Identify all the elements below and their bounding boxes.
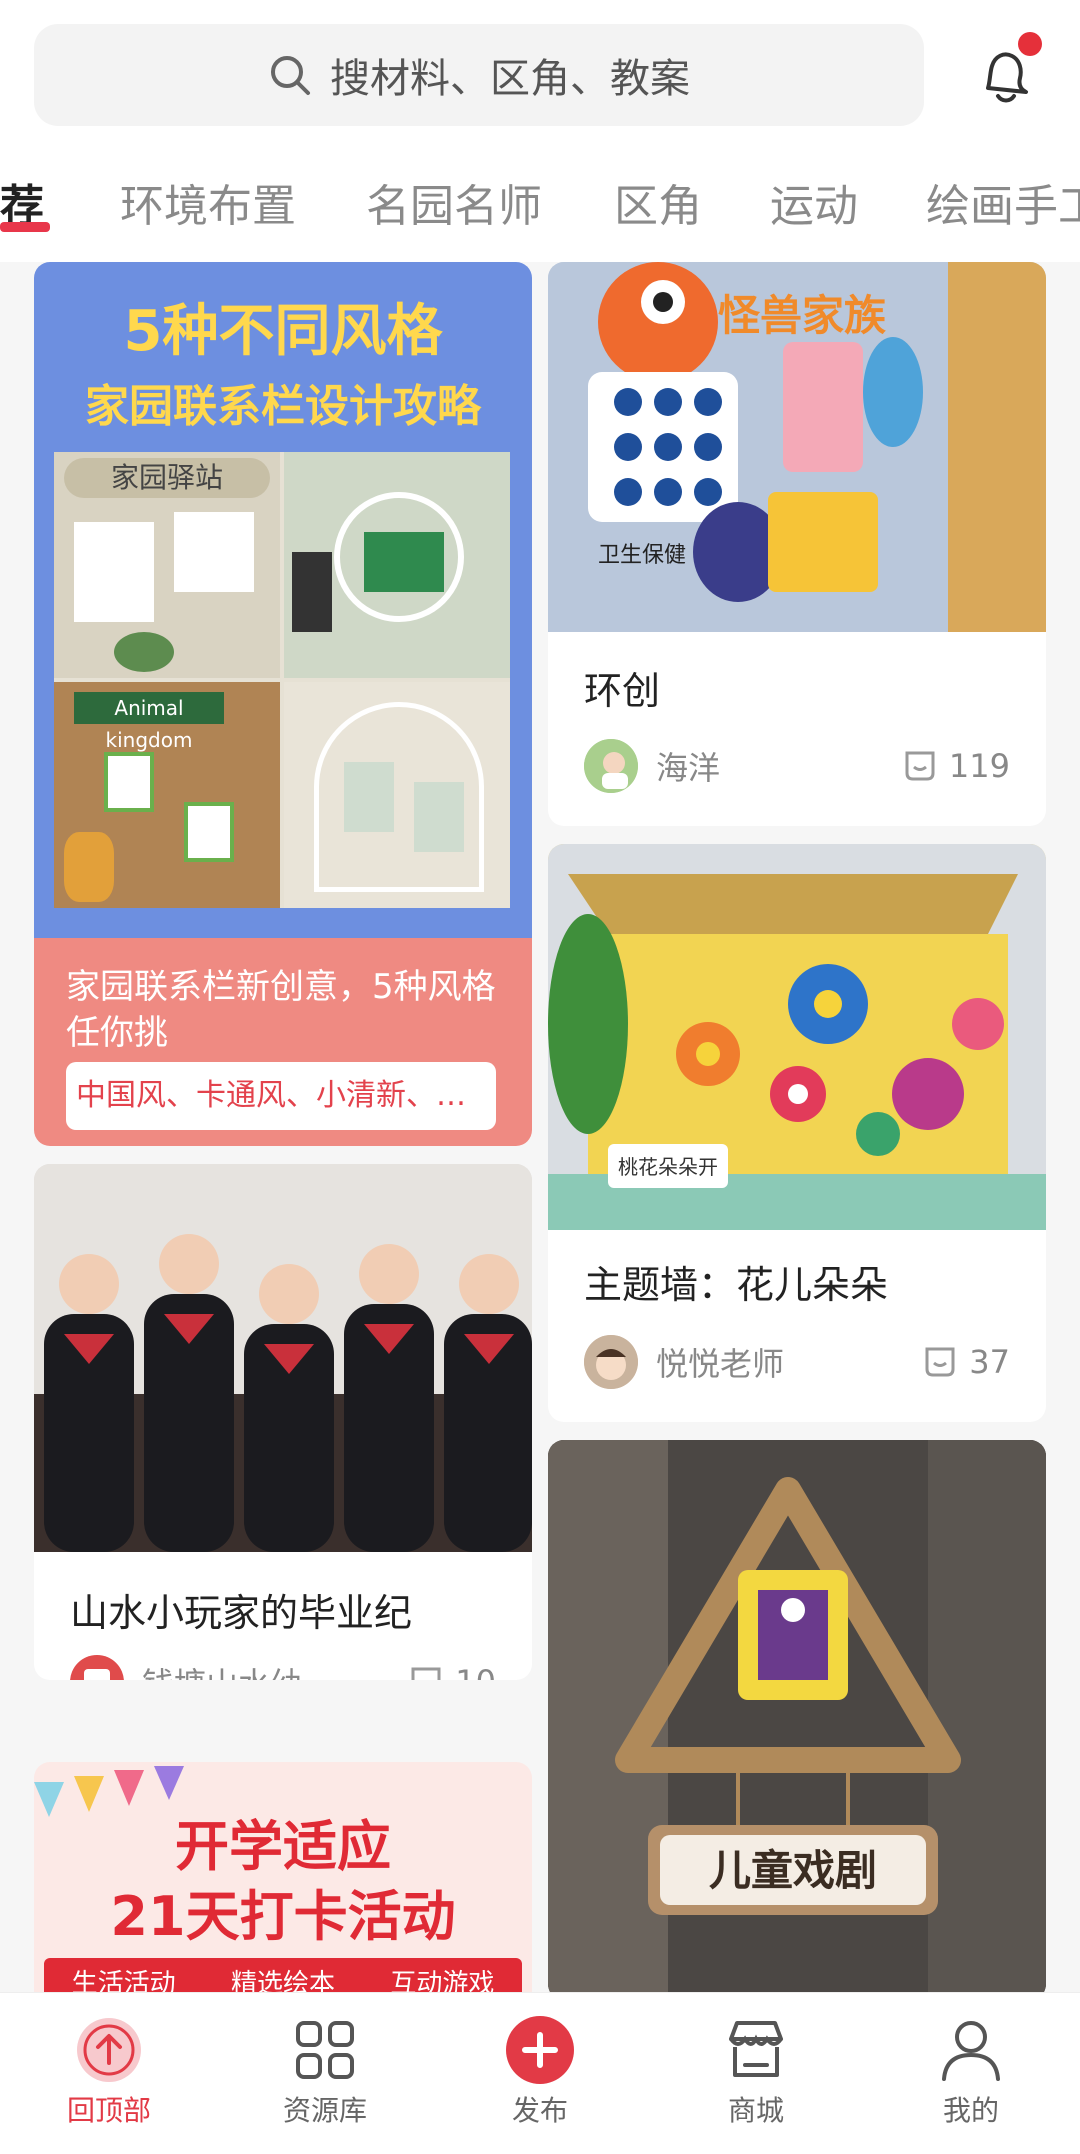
child-photo-icon: [584, 739, 638, 793]
comment-count-value: 37: [969, 1343, 1010, 1381]
tab-corners[interactable]: 区角: [614, 170, 702, 234]
graduation-photo: [34, 1164, 532, 1552]
promo-headline: 5种不同风格: [123, 299, 443, 364]
tab-environment[interactable]: 环境布置: [120, 170, 296, 234]
face-icon: [84, 1669, 110, 1680]
promo-card-2[interactable]: 开学适应 21天打卡活动 生活活动 精选绘本 互动游戏: [34, 1762, 532, 1992]
arrow-up-icon: [77, 2018, 141, 2082]
collage-sign: 家园驿站: [64, 458, 270, 498]
tab-crafts[interactable]: 绘画手工: [926, 170, 1080, 234]
collage-board-2: [284, 452, 510, 678]
theater-sign-photo: 儿童戏剧: [548, 1440, 1046, 1992]
post-title: 主题墙：花儿朵朵: [584, 1263, 889, 1307]
grid-icon: [296, 2021, 354, 2079]
post-card-theater[interactable]: 儿童戏剧: [548, 1440, 1046, 1992]
top-bar: 搜材料、区角、教案 荐 环境布置 名园名师 区角 运动 绘画手工: [0, 0, 1080, 262]
search-icon: [271, 56, 310, 95]
nav-label: 发布: [511, 2094, 568, 2127]
search-input[interactable]: 搜材料、区角、教案: [34, 24, 924, 126]
flower-wall-photo: 桃花朵朵开: [548, 844, 1046, 1230]
avatar[interactable]: [584, 739, 638, 793]
monster-wall-photo: 怪兽家族 卫生保健: [548, 262, 1046, 632]
post-meta: 钱塘山水幼… 10: [70, 1654, 496, 1680]
comment-count-value: 10: [455, 1663, 496, 1680]
post-meta: 海洋 119: [584, 738, 1010, 794]
post-title: 环创: [584, 669, 661, 713]
tab-sports[interactable]: 运动: [770, 170, 858, 234]
store-icon: [729, 2021, 783, 2077]
content-feed[interactable]: 5种不同风格 家园联系栏设计攻略 家园驿站 Animal kingdom 家园联…: [0, 262, 1080, 1992]
image-text-monster-family: 怪兽家族: [718, 291, 886, 340]
image-text-hygiene: 卫生保健: [598, 543, 686, 568]
promo-description: 家园联系栏新创意，5种风格任你挑: [66, 967, 496, 1053]
nav-publish[interactable]: 发布: [465, 2015, 615, 2129]
post-card-flower-wall[interactable]: 桃花朵朵开 主题墙：花儿朵朵 悦悦老师 37: [548, 844, 1046, 1422]
author-name[interactable]: 海洋: [656, 743, 901, 789]
author-name[interactable]: 钱塘山水幼…: [142, 1659, 407, 1680]
search-placeholder: 搜材料、区角、教案: [330, 56, 690, 102]
comment-count[interactable]: 10: [407, 1663, 496, 1680]
nav-label: 我的: [942, 2094, 999, 2127]
child-photo-icon: [584, 1335, 638, 1389]
nav-label: 资源库: [282, 2094, 367, 2127]
post-meta: 悦悦老师 37: [584, 1334, 1010, 1390]
promo-subheadline: 家园联系栏设计攻略: [85, 381, 481, 432]
collage-label: Animal kingdom: [74, 692, 224, 752]
author-name[interactable]: 悦悦老师: [656, 1339, 921, 1385]
collage-board-4: [284, 682, 510, 908]
collage-board-1: 家园驿站: [54, 452, 280, 678]
notification-badge: [1018, 32, 1042, 56]
promo-collage-image: 家园驿站 Animal kingdom: [54, 452, 510, 908]
promo-tagline: 中国风、卡通风、小清新、…: [66, 1062, 496, 1130]
collage-board-3: Animal kingdom: [54, 682, 280, 908]
promo-card[interactable]: 5种不同风格 家园联系栏设计攻略 家园驿站 Animal kingdom 家园联…: [34, 262, 532, 1146]
promo2-subheadline: 21天打卡活动: [110, 1885, 456, 1948]
image-text-theater: 儿童戏剧: [709, 1846, 877, 1895]
comment-icon: [925, 1347, 955, 1377]
person-icon: [942, 2021, 1000, 2081]
nav-profile[interactable]: 我的: [896, 2015, 1046, 2129]
promo2-chips: 生活活动 精选绘本 互动游戏: [44, 1958, 522, 1992]
nav-label: 回顶部: [66, 2094, 151, 2127]
nav-store[interactable]: 商城: [681, 2015, 831, 2129]
post-title: 山水小玩家的毕业纪: [70, 1591, 413, 1635]
promo2-chip: 互动游戏: [390, 1968, 495, 1993]
promo2-chip: 生活活动: [71, 1968, 176, 1993]
comment-icon: [905, 751, 935, 781]
avatar[interactable]: [70, 1655, 124, 1680]
category-tabs: 荐 环境布置 名园名师 区角 运动 绘画手工: [0, 170, 1080, 250]
bottom-nav: 回顶部 资源库 发布 商城 我的: [0, 1992, 1080, 2154]
comment-count-value: 119: [948, 747, 1010, 785]
avatar[interactable]: [584, 1335, 638, 1389]
tab-indicator: [0, 222, 50, 232]
tab-famous-schools[interactable]: 名园名师: [366, 170, 542, 234]
promo2-headline: 开学适应: [175, 1815, 391, 1878]
post-card-graduation[interactable]: 山水小玩家的毕业纪 钱塘山水幼… 10: [34, 1164, 532, 1680]
post-image-monster-wall: 怪兽家族 卫生保健: [548, 262, 1046, 632]
post-card-huanchuang[interactable]: 怪兽家族 卫生保健 环创 海洋 119: [548, 262, 1046, 826]
image-text-flower-sign: 桃花朵朵开: [618, 1155, 718, 1179]
promo2-chip: 精选绘本: [230, 1968, 335, 1993]
plus-icon: [506, 2016, 574, 2084]
nav-label: 商城: [727, 2094, 784, 2127]
promo-banner: 5种不同风格 家园联系栏设计攻略 家园驿站 Animal kingdom: [34, 262, 532, 938]
comment-icon: [411, 1667, 441, 1680]
post-image-graduation: [34, 1164, 532, 1552]
nav-back-to-top[interactable]: 回顶部: [34, 2015, 184, 2129]
promo-footer: 家园联系栏新创意，5种风格任你挑 中国风、卡通风、小清新、…: [34, 938, 532, 1146]
nav-resources[interactable]: 资源库: [250, 2015, 400, 2129]
comment-count[interactable]: 119: [901, 747, 1010, 785]
comment-count[interactable]: 37: [921, 1343, 1010, 1381]
post-image-flower-wall: 桃花朵朵开: [548, 844, 1046, 1230]
